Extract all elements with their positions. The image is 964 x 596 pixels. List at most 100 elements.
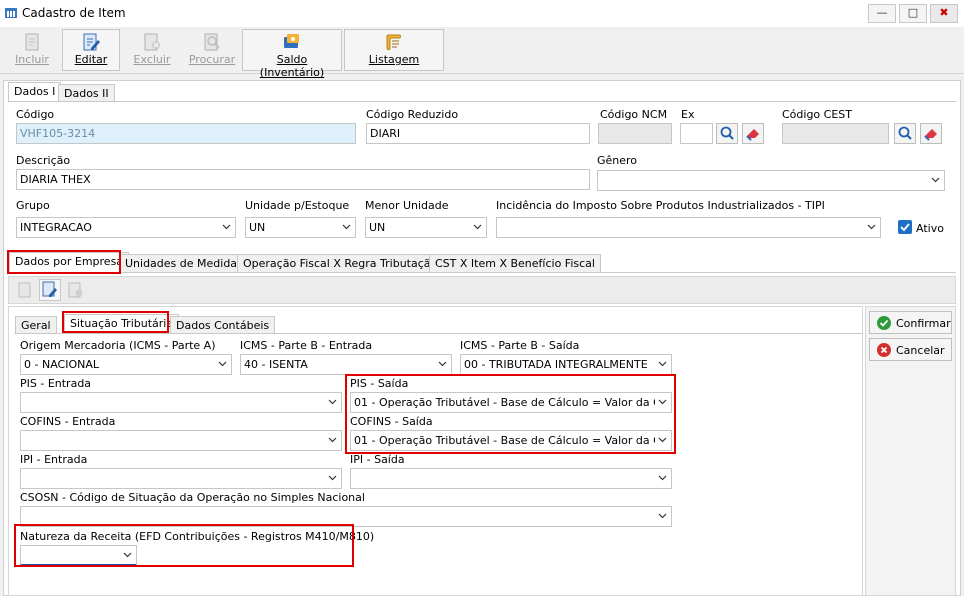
inner-tab-divider [14, 333, 862, 334]
origem-select[interactable]: 0 - NACIONAL [20, 354, 232, 375]
chevron-down-icon [328, 437, 337, 443]
delete-document-icon [144, 33, 160, 51]
new-document-icon [25, 33, 39, 51]
codigo-field[interactable]: VHF105-3214 [16, 123, 356, 144]
codigo-reduzido-field[interactable]: DIARI [366, 123, 590, 144]
tab-dados-i[interactable]: Dados I [8, 82, 62, 102]
cofins-saida-select[interactable]: 01 - Operação Tributável - Base de Cálcu… [350, 430, 672, 451]
procurar-button[interactable]: Procurar [184, 29, 240, 71]
cofins-entrada-select[interactable] [20, 430, 342, 451]
genero-select[interactable] [597, 170, 945, 191]
ex-field[interactable] [680, 123, 713, 144]
confirmar-button[interactable]: Confirmar [869, 311, 952, 334]
pis-saida-label: PIS - Saída [350, 377, 409, 390]
chevron-down-icon [931, 177, 940, 183]
listagem-button[interactable]: Listagem [344, 29, 444, 71]
tab-dados-ii[interactable]: Dados II [58, 84, 115, 102]
tab-cst-item-beneficio[interactable]: CST X Item X Benefício Fiscal [429, 254, 601, 272]
editar-label: Editar [74, 53, 108, 66]
sub-toolbar [8, 276, 956, 304]
close-button[interactable]: ✖ [930, 4, 958, 23]
ncm-search-button[interactable] [716, 123, 738, 144]
excluir-button[interactable]: Excluir [124, 29, 180, 71]
saldo-label: Saldo (Inventário) [259, 53, 325, 79]
tab-divider [8, 101, 956, 102]
ativo-label: Ativo [916, 222, 944, 235]
codigo-ncm-field[interactable] [598, 123, 672, 144]
toolbar: Incluir Editar Excluir Procurar Saldo (I… [0, 27, 964, 79]
saldo-button[interactable]: Saldo (Inventário) [242, 29, 342, 79]
codigo-label: Código [16, 108, 55, 121]
tab-dados-por-empresa[interactable]: Dados por Empresa [9, 252, 130, 272]
csosn-label: CSOSN - Código de Situação da Operação n… [20, 491, 365, 504]
ipi-entrada-select[interactable] [20, 468, 342, 489]
eraser-icon [924, 129, 937, 141]
csosn-select[interactable] [20, 506, 672, 527]
tab-unidades-de-medida[interactable]: Unidades de Medida [119, 254, 244, 272]
minimize-button[interactable]: — [868, 4, 896, 23]
maximize-button[interactable]: □ [899, 4, 927, 23]
tipi-select[interactable] [496, 217, 881, 238]
descricao-label: Descrição [16, 154, 71, 167]
checkmark-icon [900, 223, 910, 232]
chevron-down-icon [473, 224, 482, 230]
pis-entrada-label: PIS - Entrada [20, 377, 92, 390]
tab-dados-contabeis[interactable]: Dados Contábeis [170, 316, 276, 334]
cancelar-button[interactable]: Cancelar [869, 338, 952, 361]
natureza-label: Natureza da Receita (EFD Contribuições -… [20, 530, 375, 543]
grupo-label: Grupo [16, 199, 50, 212]
chevron-down-icon [438, 361, 447, 367]
excluir-label: Excluir [133, 53, 171, 66]
tab-situacao-tributaria[interactable]: Situação Tributária [64, 314, 180, 334]
section-tab-divider [8, 272, 956, 273]
tab-operacao-fiscal[interactable]: Operação Fiscal X Regra Tributação [237, 254, 444, 272]
cofins-entrada-label: COFINS - Entrada [20, 415, 116, 428]
editar-button[interactable]: Editar [62, 29, 120, 71]
menor-unidade-select[interactable]: UN [365, 217, 487, 238]
cest-search-button[interactable] [894, 123, 916, 144]
natureza-select[interactable] [20, 545, 137, 566]
genero-label: Gênero [597, 154, 638, 167]
sub-edit-button[interactable] [39, 279, 61, 301]
ex-label: Ex [681, 108, 695, 121]
title-bar: Cadastro de Item — □ ✖ [0, 0, 964, 28]
origem-value: 0 - NACIONAL [24, 358, 99, 371]
ncm-clear-button[interactable] [742, 123, 764, 144]
icms-b-saida-label: ICMS - Parte B - Saída [460, 339, 580, 352]
incluir-label: Incluir [15, 53, 49, 66]
new-document-icon [18, 282, 31, 298]
incluir-button[interactable]: Incluir [4, 29, 60, 71]
edit-document-icon [42, 281, 57, 297]
grupo-value: INTEGRACAO [20, 221, 92, 234]
unidade-estoque-value: UN [249, 221, 266, 234]
pis-saida-select[interactable]: 01 - Operação Tributável - Base de Cálcu… [350, 392, 672, 413]
chevron-down-icon [123, 552, 132, 558]
unidade-estoque-select[interactable]: UN [245, 217, 356, 238]
search-icon [720, 126, 734, 140]
cancel-circle-icon [877, 343, 891, 357]
sub-delete-button[interactable] [65, 280, 85, 300]
pis-saida-value: 01 - Operação Tributável - Base de Cálcu… [354, 396, 655, 409]
cest-clear-button[interactable] [920, 123, 942, 144]
chevron-down-icon [867, 224, 876, 230]
pis-entrada-select[interactable] [20, 392, 342, 413]
chevron-down-icon [658, 437, 667, 443]
ativo-checkbox[interactable] [898, 220, 912, 234]
menor-unidade-label: Menor Unidade [365, 199, 449, 212]
descricao-field[interactable]: DIARIA THEX [16, 169, 590, 190]
menor-unidade-value: UN [369, 221, 386, 234]
chevron-down-icon [222, 224, 231, 230]
codigo-reduzido-label: Código Reduzido [366, 108, 459, 121]
icms-b-entrada-select[interactable]: 40 - ISENTA [240, 354, 452, 375]
sub-new-button[interactable] [15, 280, 35, 300]
cancelar-label: Cancelar [896, 344, 945, 357]
ipi-saida-select[interactable] [350, 468, 672, 489]
tab-geral[interactable]: Geral [15, 316, 57, 334]
chevron-down-icon [342, 224, 351, 230]
icms-b-saida-select[interactable]: 00 - TRIBUTADA INTEGRALMENTE [460, 354, 672, 375]
grupo-select[interactable]: INTEGRACAO [16, 217, 236, 238]
search-document-icon [204, 33, 220, 51]
codigo-cest-field[interactable] [782, 123, 889, 144]
unidade-estoque-label: Unidade p/Estoque [245, 199, 350, 212]
chevron-down-icon [658, 399, 667, 405]
